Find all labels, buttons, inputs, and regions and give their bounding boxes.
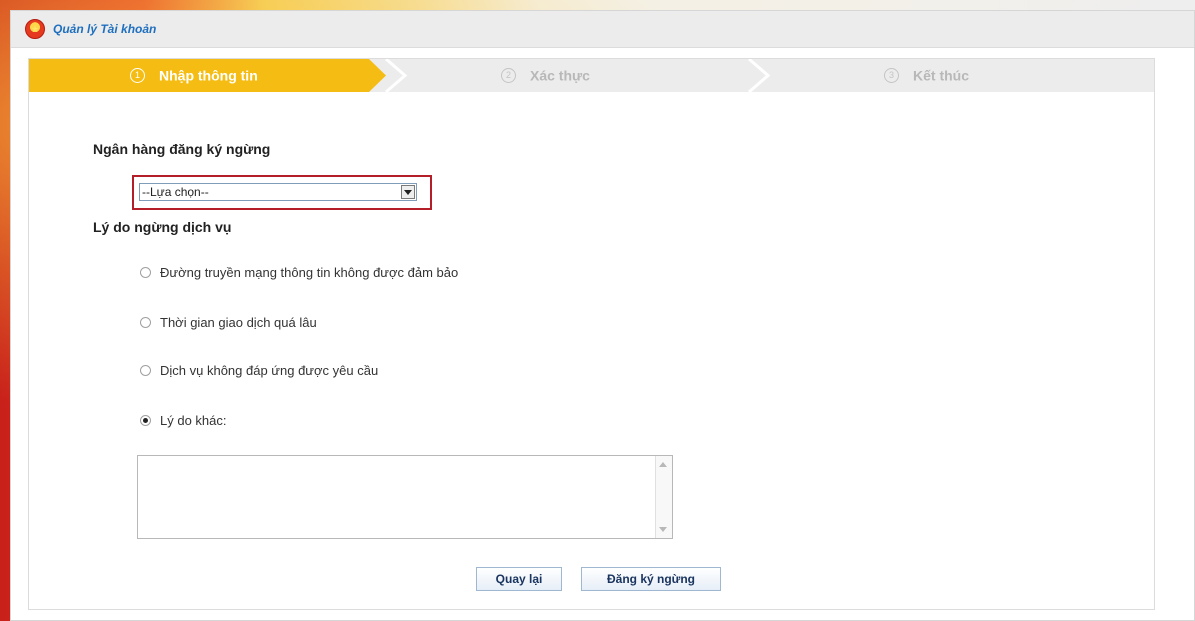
panel-header: ★ Quản lý Tài khoản xyxy=(11,11,1194,48)
scrollbar[interactable] xyxy=(655,456,672,538)
register-stop-button[interactable]: Đăng ký ngừng xyxy=(581,567,721,591)
reason-option-label: Thời gian giao dịch quá lâu xyxy=(160,315,317,330)
bank-select-value: --Lựa chọn-- xyxy=(142,185,209,199)
step-1-number: 1 xyxy=(130,68,145,84)
step-2: 2 Xác thực xyxy=(501,67,590,84)
bank-select[interactable]: --Lựa chọn-- xyxy=(139,183,417,201)
other-reason-textarea[interactable] xyxy=(137,455,673,539)
radio-button[interactable] xyxy=(140,317,151,328)
step-2-number: 2 xyxy=(501,68,516,84)
reason-option-unmet[interactable]: Dịch vụ không đáp ứng được yêu cầu xyxy=(140,363,378,378)
step-3-label: Kết thúc xyxy=(913,67,969,84)
reason-option-label: Lý do khác: xyxy=(160,413,227,428)
bank-section-title: Ngân hàng đăng ký ngừng xyxy=(93,141,271,157)
emblem-icon: ★ xyxy=(25,19,45,39)
reason-option-label: Đường truyền mạng thông tin không được đ… xyxy=(160,265,459,280)
panel-title[interactable]: Quản lý Tài khoản xyxy=(53,22,156,36)
reason-section-title: Lý do ngừng dịch vụ xyxy=(93,219,232,235)
scroll-up-icon[interactable] xyxy=(659,462,667,467)
radio-button-checked[interactable] xyxy=(140,415,151,426)
radio-button[interactable] xyxy=(140,267,151,278)
step-2-label: Xác thực xyxy=(530,67,590,84)
radio-button[interactable] xyxy=(140,365,151,376)
step-3-number: 3 xyxy=(884,68,899,84)
chevron-down-icon[interactable] xyxy=(401,185,415,199)
scroll-down-icon[interactable] xyxy=(659,527,667,532)
content-area: 1 Nhập thông tin 2 Xác thực 3 Kết thúc Ngân… xyxy=(28,58,1155,610)
reason-option-label: Dịch vụ không đáp ứng được yêu cầu xyxy=(160,363,379,378)
step-1: 1 Nhập thông tin xyxy=(130,67,258,84)
reason-option-slow[interactable]: Thời gian giao dịch quá lâu xyxy=(140,315,317,330)
step-3: 3 Kết thúc xyxy=(884,67,969,84)
reason-option-network[interactable]: Đường truyền mạng thông tin không được đ… xyxy=(140,265,458,280)
reason-option-other[interactable]: Lý do khác: xyxy=(140,413,227,428)
step-1-label: Nhập thông tin xyxy=(159,67,258,84)
back-button[interactable]: Quay lại xyxy=(476,567,562,591)
